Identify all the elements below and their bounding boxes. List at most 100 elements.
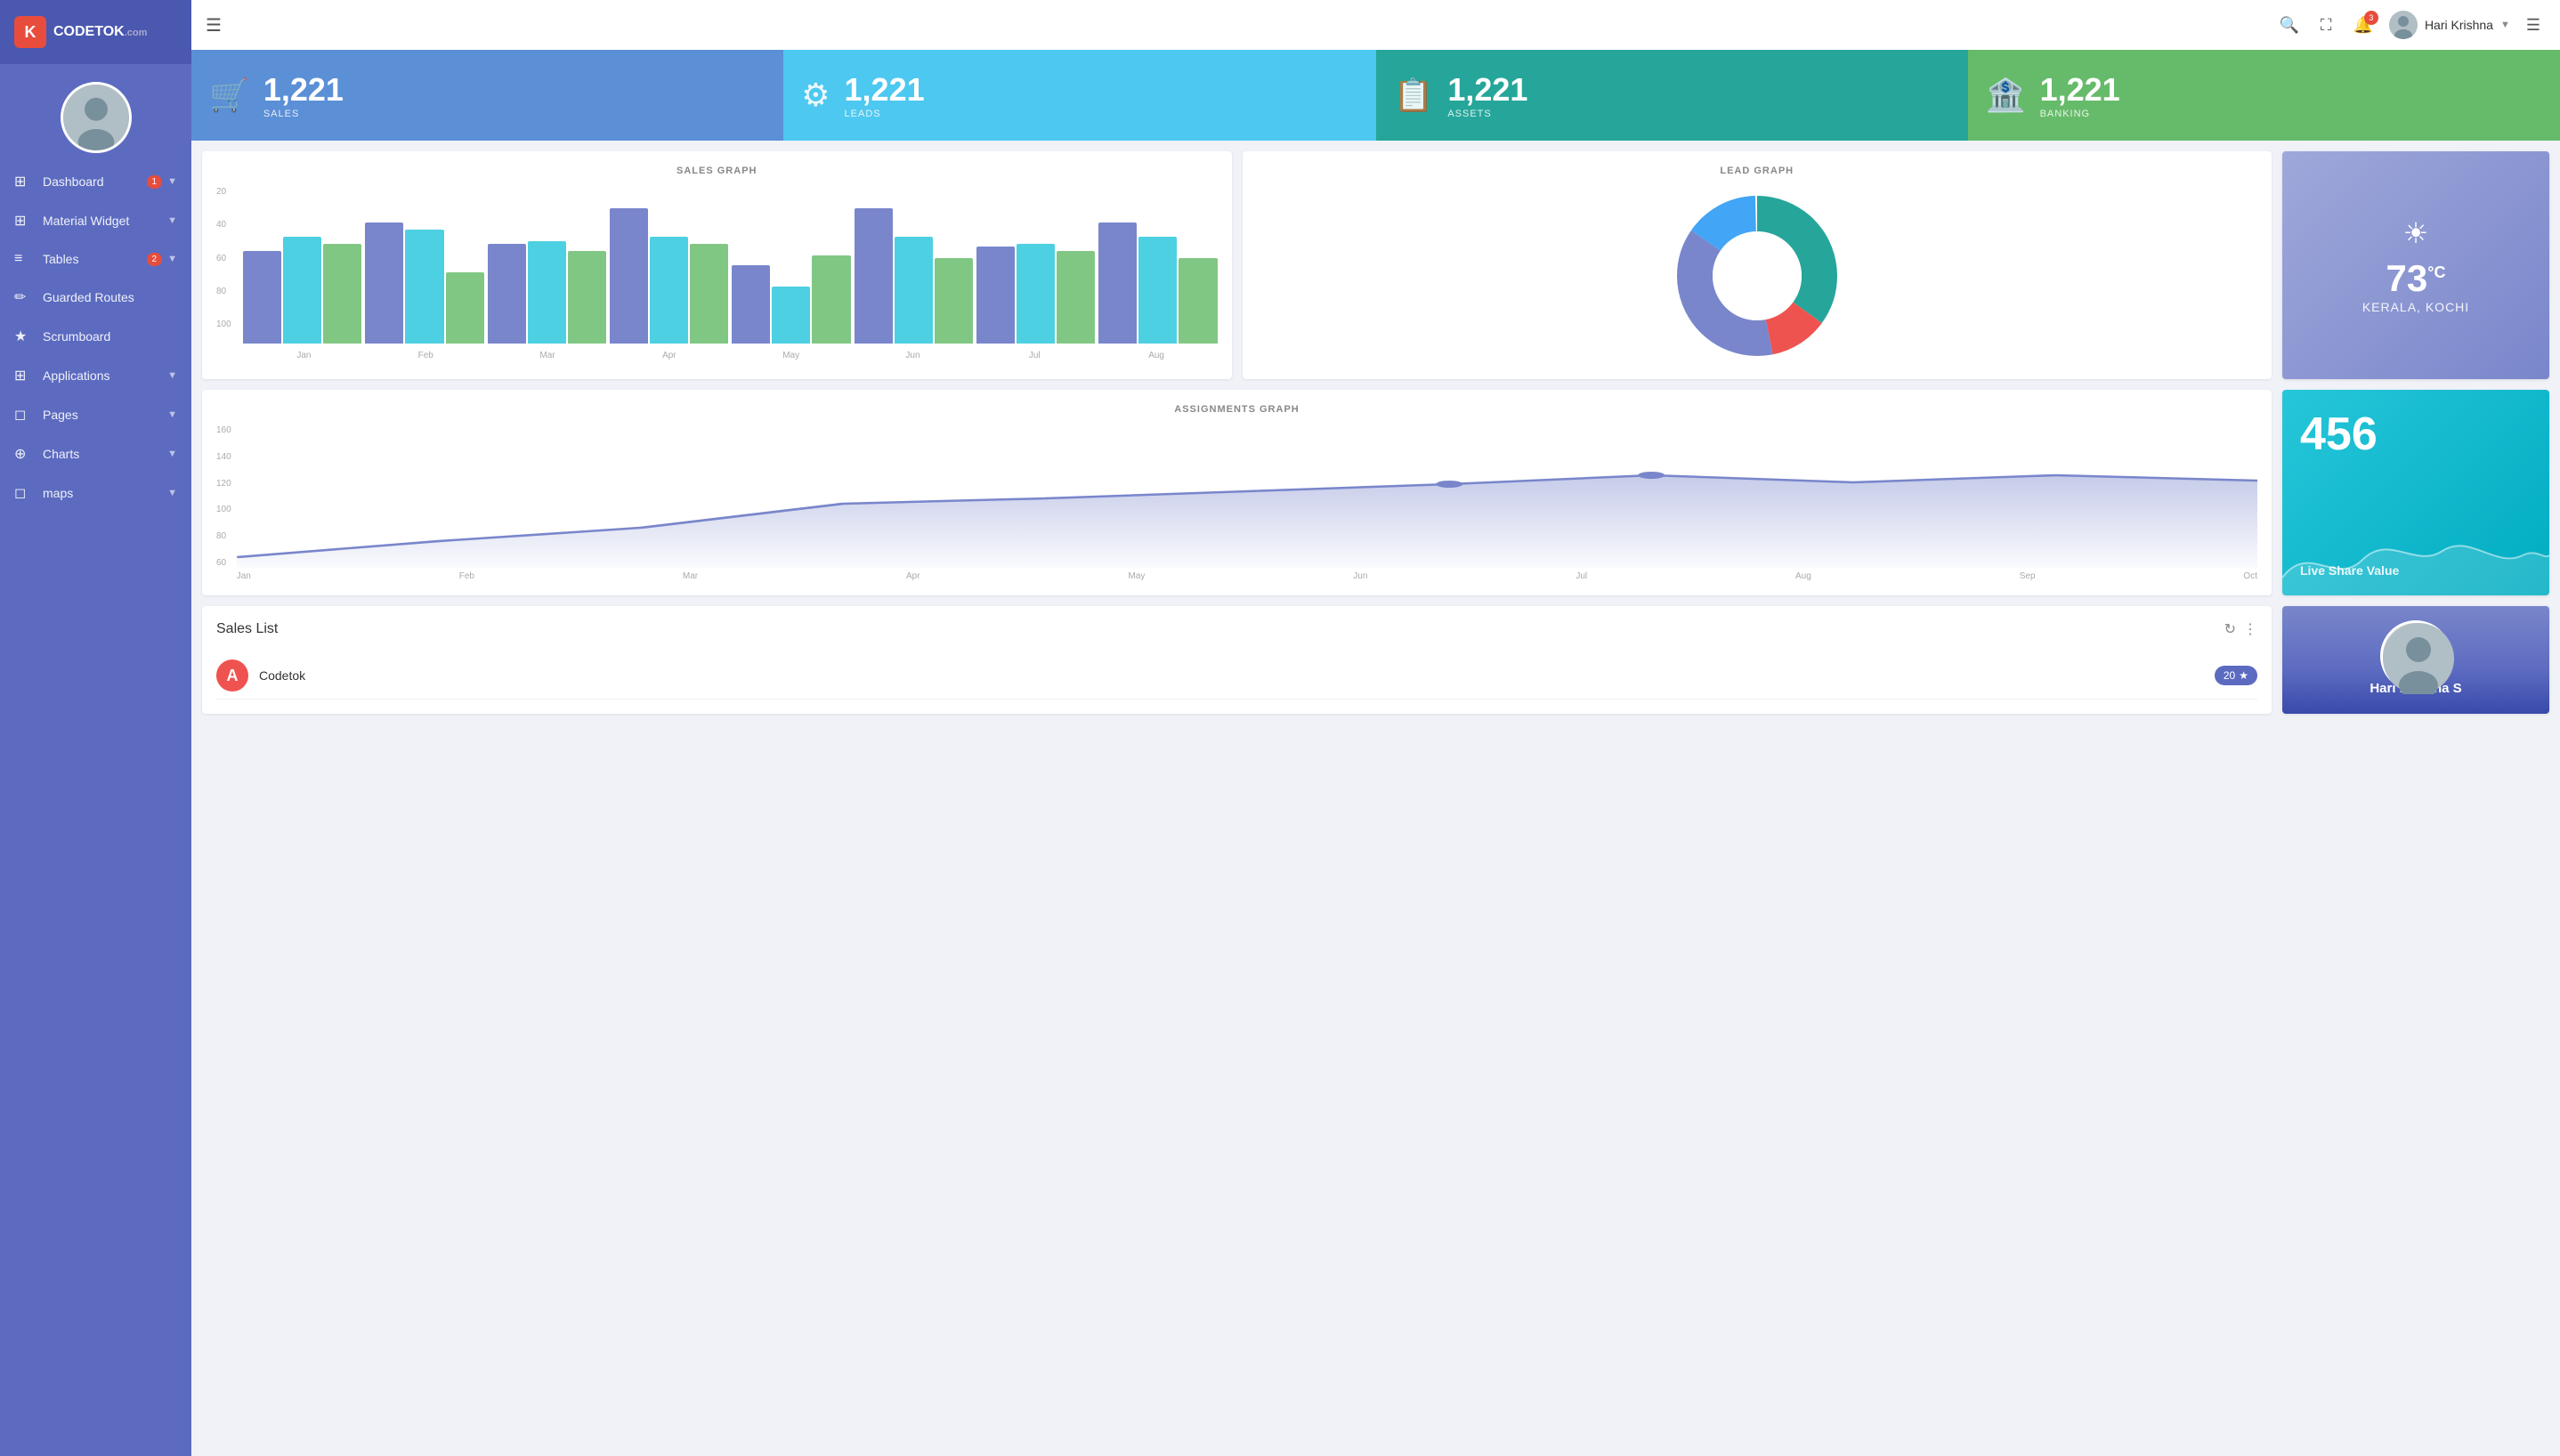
leads-icon: ⚙ — [801, 77, 830, 114]
topbar-avatar — [2389, 11, 2418, 39]
refresh-button[interactable]: ↻ — [2224, 620, 2236, 638]
green-bar — [935, 258, 973, 344]
green-bar — [568, 251, 606, 344]
topbar: ☰ 🔍 ⛶ 🔔 3 Hari Krishna ▼ ☰ — [191, 0, 2560, 50]
chevron-down-icon: ▼ — [167, 409, 177, 420]
scrumboard-icon: ★ — [14, 328, 32, 345]
lead-chart-card: LEAD GRAPH — [1243, 151, 2272, 379]
weather-unit: °C — [2427, 263, 2445, 281]
sidebar-item-label: Dashboard — [43, 174, 147, 189]
live-share-card: 456 Live Share Value — [2282, 390, 2549, 595]
assignments-chart-title: ASSIGNMENTS GRAPH — [216, 404, 2257, 415]
sidebar-avatar-section — [0, 64, 191, 162]
logo-suffix: .com — [125, 28, 148, 38]
sidebar-item-guarded-routes[interactable]: ✏ Guarded Routes — [0, 278, 191, 317]
sales-chart-title: SALES GRAPH — [216, 166, 1218, 176]
sales-chart-area — [216, 187, 1218, 347]
sales-icon: 🛒 — [209, 77, 249, 114]
profile-card: Hari Krishna S — [2282, 606, 2549, 714]
tables-icon: ≡ — [14, 251, 32, 267]
sales-list-card: Sales List ↻ ⋮ A Codetok 20 ★ — [202, 606, 2272, 714]
topbar-user[interactable]: Hari Krishna ▼ — [2389, 11, 2510, 39]
pages-icon: ◻ — [14, 406, 32, 424]
chevron-down-icon: ▼ — [167, 370, 177, 381]
profile-avatar — [2380, 620, 2451, 692]
bar-group — [976, 244, 1095, 344]
logo-name: CODETOK — [53, 24, 125, 39]
content-area: 🛒 1,221 SALES ⚙ 1,221 LEADS 📋 1,221 ASSE… — [191, 50, 2560, 1456]
live-share-value: 456 — [2300, 408, 2532, 461]
lead-chart-title: LEAD GRAPH — [1257, 166, 2258, 176]
logo-icon: K — [14, 16, 46, 48]
notification-icon[interactable]: 🔔 3 — [2353, 16, 2373, 35]
sidebar-avatar-img — [61, 82, 132, 153]
sidebar-item-dashboard[interactable]: ⊞ Dashboard 1 ▼ — [0, 162, 191, 201]
charts-icon: ⊕ — [14, 445, 32, 463]
banking-info: 1,221 BANKING — [2040, 71, 2120, 119]
sales-label: SALES — [263, 109, 344, 119]
teal-bar — [405, 230, 443, 344]
assets-icon: 📋 — [1394, 77, 1434, 114]
blue-bar — [976, 247, 1015, 344]
assignments-chart-wrapper: 60 80 100 120 140 160 — [216, 425, 2257, 581]
stat-cards: 🛒 1,221 SALES ⚙ 1,221 LEADS 📋 1,221 ASSE… — [191, 50, 2560, 141]
star-icon: ★ — [2239, 669, 2248, 682]
sales-list-actions: ↻ ⋮ — [2224, 620, 2257, 638]
more-options-button[interactable]: ⋮ — [2243, 620, 2257, 638]
teal-bar — [772, 287, 810, 344]
blue-bar — [488, 244, 526, 344]
sales-list-item: A Codetok 20 ★ — [216, 652, 2257, 700]
teal-bar — [1017, 244, 1055, 344]
dashboard-icon: ⊞ — [14, 173, 32, 190]
sidebar-item-label: Applications — [43, 368, 167, 383]
fullscreen-icon[interactable]: ⛶ — [2321, 16, 2332, 35]
leads-label: LEADS — [845, 109, 925, 119]
search-icon[interactable]: 🔍 — [2279, 16, 2298, 35]
assignments-y-axis: 60 80 100 120 140 160 — [216, 425, 237, 568]
blue-bar — [732, 265, 770, 344]
sidebar-item-maps[interactable]: ◻ maps ▼ — [0, 473, 191, 513]
sidebar-item-scrumboard[interactable]: ★ Scrumboard — [0, 317, 191, 356]
topbar-menu-icon[interactable]: ☰ — [2526, 16, 2540, 35]
weather-sun-icon: ☀ — [2403, 216, 2429, 250]
sidebar-item-label: Tables — [43, 252, 147, 266]
sales-value: 1,221 — [263, 71, 344, 109]
bar-group — [1098, 222, 1217, 344]
stat-card-sales: 🛒 1,221 SALES — [191, 50, 783, 141]
green-bar — [1179, 258, 1217, 344]
menu-icon[interactable]: ☰ — [206, 14, 222, 36]
sales-item-icon: A — [216, 659, 248, 692]
assets-value: 1,221 — [1447, 71, 1527, 109]
sidebar: K CODETOK.com ⊞ Dashboard 1 ▼ ⊞ Material… — [0, 0, 191, 1456]
bottom-row: Sales List ↻ ⋮ A Codetok 20 ★ — [191, 606, 2560, 724]
sales-item-name: Codetok — [259, 668, 2204, 683]
sidebar-logo[interactable]: K CODETOK.com — [0, 0, 191, 64]
chevron-down-icon: ▼ — [167, 449, 177, 459]
sidebar-item-charts[interactable]: ⊕ Charts ▼ — [0, 434, 191, 473]
sales-info: 1,221 SALES — [263, 71, 344, 119]
assignments-row: ASSIGNMENTS GRAPH 60 80 100 120 140 160 — [191, 390, 2560, 606]
stat-card-banking: 🏦 1,221 BANKING — [1968, 50, 2560, 141]
line-chart-svg — [237, 425, 2257, 568]
sidebar-item-pages[interactable]: ◻ Pages ▼ — [0, 395, 191, 434]
blue-bar — [855, 208, 893, 344]
blue-bar — [610, 208, 648, 344]
bar-group — [488, 241, 606, 344]
charts-row: SALES GRAPH 100 80 60 40 20 JanFebMarApr… — [191, 141, 2560, 390]
applications-icon: ⊞ — [14, 367, 32, 384]
sidebar-item-material-widget[interactable]: ⊞ Material Widget ▼ — [0, 201, 191, 240]
green-bar — [1057, 251, 1095, 344]
chevron-down-icon: ▼ — [167, 215, 177, 226]
sales-x-axis: JanFebMarAprMayJunJulAug — [216, 351, 1218, 360]
teal-bar — [528, 241, 566, 344]
blue-bar — [243, 251, 281, 344]
maps-icon: ◻ — [14, 484, 32, 502]
stat-card-leads: ⚙ 1,221 LEADS — [783, 50, 1375, 141]
sidebar-item-applications[interactable]: ⊞ Applications ▼ — [0, 356, 191, 395]
guarded-routes-icon: ✏ — [14, 288, 32, 306]
sidebar-item-label: Scrumboard — [43, 329, 177, 344]
sidebar-item-tables[interactable]: ≡ Tables 2 ▼ — [0, 240, 191, 278]
teal-bar — [895, 237, 933, 344]
leads-value: 1,221 — [845, 71, 925, 109]
sidebar-item-label: maps — [43, 486, 167, 500]
